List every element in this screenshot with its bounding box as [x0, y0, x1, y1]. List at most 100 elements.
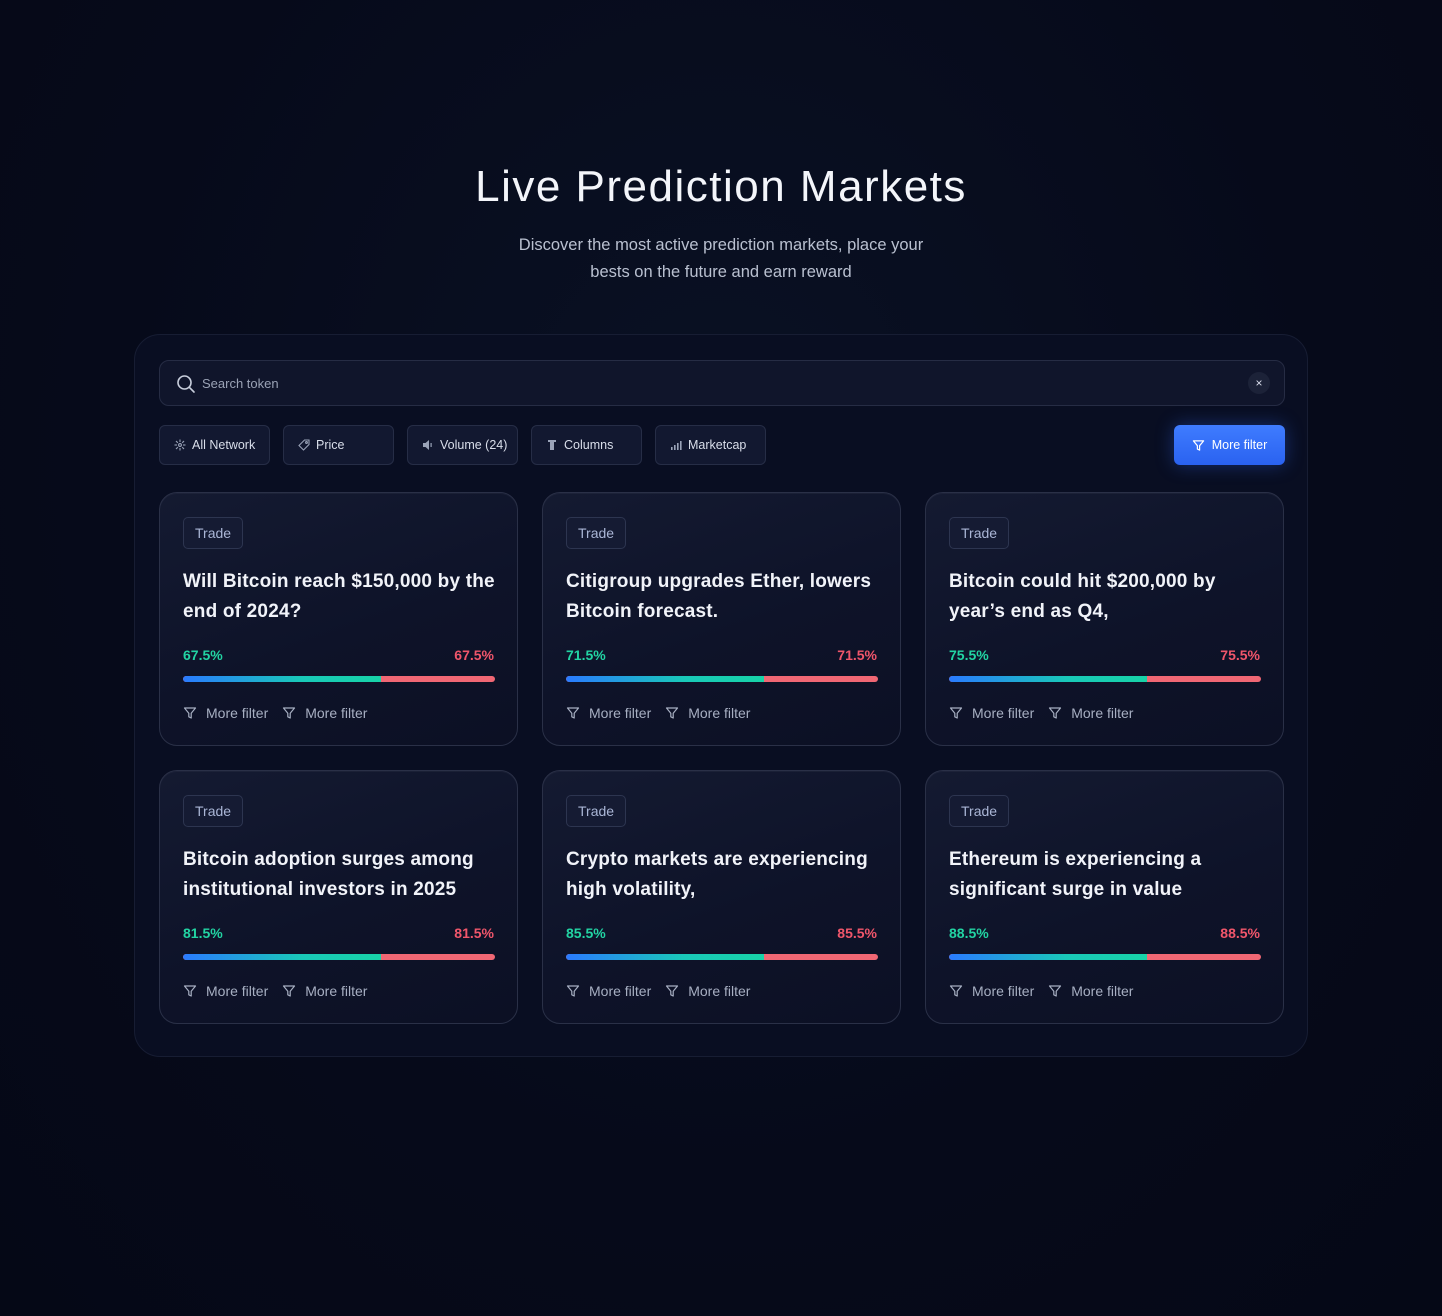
more-filter-link[interactable]: More filter [1048, 705, 1133, 721]
market-question: Citigroup upgrades Ether, lowers Bitcoin… [566, 571, 872, 622]
more-filter-link[interactable]: More filter [566, 705, 651, 721]
search-input[interactable] [202, 369, 1202, 397]
trade-badge[interactable]: Trade [183, 517, 244, 549]
more-filter-link[interactable]: More filter [282, 983, 367, 999]
odds-bar-fill [566, 676, 765, 682]
filter-price-button[interactable]: Price [283, 425, 394, 465]
filter-icon [1049, 985, 1062, 997]
odds-bar-fill [949, 676, 1148, 682]
more-filter-link[interactable]: More filter [949, 705, 1034, 721]
odds-bar-fill [183, 676, 382, 682]
odds-bar [183, 676, 495, 682]
action-label: More filter [305, 983, 368, 999]
filter-icon [566, 707, 580, 719]
filter-icon [1049, 707, 1062, 719]
more-filter-link[interactable]: More filter [1048, 983, 1133, 999]
chip-label: Marketcap [688, 438, 747, 452]
chip-label: Price [316, 438, 345, 452]
odds-bar [566, 954, 878, 960]
price-tag-icon [298, 439, 310, 451]
yes-percentage: 88.5% [949, 925, 989, 941]
filter-icon [666, 985, 679, 997]
no-percentage: 85.5% [837, 925, 877, 941]
card-actions: More filter More filter [566, 981, 764, 1001]
odds-bar-fill [566, 954, 765, 960]
yes-percentage: 85.5% [566, 925, 606, 941]
filter-icon [666, 707, 679, 719]
odds-bar [566, 676, 878, 682]
action-label: More filter [589, 705, 652, 721]
card-actions: More filter More filter [566, 703, 764, 723]
more-filter-link[interactable]: More filter [665, 983, 750, 999]
subtitle-line-2: bests on the future and earn reward [590, 263, 852, 281]
trade-badge[interactable]: Trade [949, 517, 1010, 549]
action-label: More filter [1071, 983, 1134, 999]
columns-icon [548, 440, 556, 450]
more-filter-link[interactable]: More filter [949, 983, 1034, 999]
page-subtitle: Discover the most active prediction mark… [471, 232, 971, 286]
no-percentage: 67.5% [454, 647, 494, 663]
market-card[interactable]: Trade Bitcoin adoption surges among inst… [159, 770, 518, 1024]
chip-label: Volume (24) [440, 438, 508, 452]
market-question: Bitcoin adoption surges among institutio… [183, 849, 474, 900]
more-filter-label: More filter [1211, 438, 1268, 452]
more-filter-link[interactable]: More filter [282, 705, 367, 721]
clear-search-button[interactable]: × [1248, 372, 1270, 394]
more-filter-link[interactable]: More filter [183, 983, 268, 999]
market-card[interactable]: Trade Ethereum is experiencing a signifi… [925, 770, 1284, 1024]
action-label: More filter [206, 983, 269, 999]
filter-marketcap-button[interactable]: Marketcap [655, 425, 766, 465]
no-percentage: 88.5% [1220, 925, 1260, 941]
market-question: Crypto markets are experiencing high vol… [566, 849, 868, 900]
more-filter-link[interactable]: More filter [665, 705, 750, 721]
odds-bar [949, 954, 1261, 960]
chip-label: Columns [564, 438, 614, 452]
action-label: More filter [972, 983, 1035, 999]
market-question: Ethereum is experiencing a significant s… [949, 849, 1202, 900]
action-label: More filter [305, 705, 368, 721]
filter-icon [566, 985, 580, 997]
yes-percentage: 71.5% [566, 647, 606, 663]
search-icon [177, 375, 195, 393]
no-percentage: 81.5% [454, 925, 494, 941]
trade-badge[interactable]: Trade [183, 795, 244, 827]
market-card[interactable]: Trade Citigroup upgrades Ether, lowers B… [542, 492, 901, 746]
markets-panel: × All Network Price Volume (24) [134, 334, 1308, 1057]
card-actions: More filter More filter [183, 981, 381, 1001]
filter-columns-button[interactable]: Columns [531, 425, 642, 465]
page: Live Prediction Markets Discover the mos… [0, 0, 1442, 1316]
more-filter-link[interactable]: More filter [566, 983, 651, 999]
more-filter-link[interactable]: More filter [183, 705, 268, 721]
market-card[interactable]: Trade Will Bitcoin reach $150,000 by the… [159, 492, 518, 746]
action-label: More filter [206, 705, 269, 721]
trade-badge[interactable]: Trade [949, 795, 1010, 827]
market-card[interactable]: Trade Bitcoin could hit $200,000 by year… [925, 492, 1284, 746]
filter-volume-button[interactable]: Volume (24) [407, 425, 518, 465]
market-question: Will Bitcoin reach $150,000 by the end o… [183, 571, 495, 622]
odds-bar-fill [949, 954, 1148, 960]
market-card[interactable]: Trade Crypto markets are experiencing hi… [542, 770, 901, 1024]
no-percentage: 71.5% [837, 647, 877, 663]
trade-badge[interactable]: Trade [566, 517, 627, 549]
more-filter-button[interactable]: More filter [1174, 425, 1285, 465]
action-label: More filter [1071, 705, 1134, 721]
volume-icon [423, 440, 432, 450]
filter-bar: All Network Price Volume (24) Columns Ma… [159, 425, 1285, 465]
market-question: Bitcoin could hit $200,000 by year’s end… [949, 571, 1216, 622]
filter-all-network-button[interactable]: All Network [159, 425, 270, 465]
odds-bar-fill [183, 954, 382, 960]
card-actions: More filter More filter [949, 981, 1147, 1001]
filter-icon [183, 707, 197, 719]
card-actions: More filter More filter [949, 703, 1147, 723]
odds-bar [183, 954, 495, 960]
filter-icon [283, 985, 296, 997]
action-label: More filter [972, 705, 1035, 721]
card-actions: More filter More filter [183, 703, 381, 723]
no-percentage: 75.5% [1220, 647, 1260, 663]
action-label: More filter [589, 983, 652, 999]
odds-bar [949, 676, 1261, 682]
yes-percentage: 75.5% [949, 647, 989, 663]
network-icon [174, 439, 186, 451]
yes-percentage: 67.5% [183, 647, 223, 663]
trade-badge[interactable]: Trade [566, 795, 627, 827]
